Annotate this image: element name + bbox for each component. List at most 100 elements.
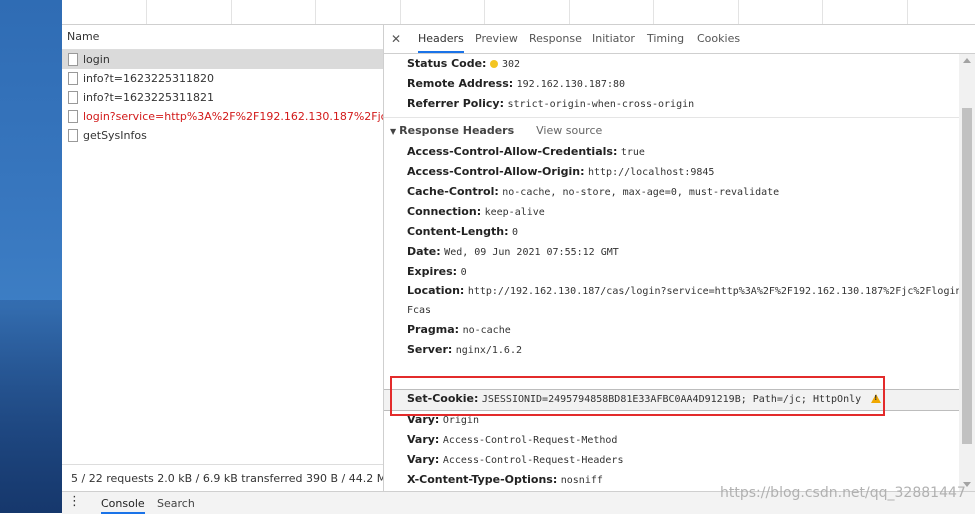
response-header-row-continued: Fcas: [407, 303, 431, 316]
timeline-tick: [231, 0, 232, 24]
header-key: Access-Control-Allow-Origin:: [407, 165, 585, 178]
header-key: Access-Control-Allow-Credentials:: [407, 145, 618, 158]
header-key: Expires:: [407, 265, 458, 278]
close-icon[interactable]: ✕: [391, 32, 401, 46]
header-key: Status Code:: [407, 57, 487, 70]
status-dot-icon: [489, 60, 498, 68]
request-name: info?t=1623225311821: [83, 91, 214, 104]
file-icon: [68, 91, 78, 104]
response-header-row: Vary: Access-Control-Request-Method: [407, 433, 617, 446]
more-tabs-icon[interactable]: ⋮: [68, 494, 82, 509]
request-row-login-service[interactable]: login?service=http%3A%2F%2F192.162.130.1…: [62, 107, 383, 126]
request-detail-pane: ✕ Headers Preview Response Initiator Tim…: [384, 25, 975, 491]
tab-cookies[interactable]: Cookies: [697, 25, 740, 53]
tab-console[interactable]: Console: [101, 492, 145, 514]
timeline-tick: [738, 0, 739, 24]
timeline-tick: [315, 0, 316, 24]
headers-content: Status Code: 302 Remote Address: 192.162…: [384, 54, 959, 491]
request-name: login?service=http%3A%2F%2F192.162.130.1…: [83, 110, 383, 123]
request-summary: 5 / 22 requests 2.0 kB / 6.9 kB transfer…: [62, 464, 383, 491]
request-list-pane: Name login info?t=1623225311820 info?t=1…: [62, 25, 384, 491]
header-value: 302: [501, 59, 520, 70]
request-name: getSysInfos: [83, 129, 147, 142]
header-key: X-Content-Type-Options:: [407, 473, 558, 486]
response-header-row: Server: nginx/1.6.2: [407, 343, 522, 356]
response-header-row: Pragma: no-cache: [407, 323, 511, 336]
header-key: Referrer Policy:: [407, 97, 504, 110]
request-row-getsysinfos[interactable]: getSysInfos: [62, 126, 383, 145]
response-header-row: Access-Control-Allow-Origin: http://loca…: [407, 165, 714, 178]
timeline-tick: [822, 0, 823, 24]
header-value: Access-Control-Request-Headers: [442, 455, 624, 466]
header-key: Cache-Control:: [407, 185, 499, 198]
header-value: Access-Control-Request-Method: [442, 435, 618, 446]
name-column-header[interactable]: Name: [62, 25, 383, 50]
response-header-row: X-Content-Type-Options: nosniff: [407, 473, 603, 486]
scroll-up-icon[interactable]: [963, 58, 971, 63]
header-value: http://192.162.130.187/cas/login?service…: [467, 286, 959, 297]
desktop-background: [0, 0, 62, 513]
scrollbar-thumb[interactable]: [962, 108, 972, 444]
background-mountain: [0, 300, 62, 513]
tab-headers[interactable]: Headers: [418, 25, 464, 53]
timeline-tick: [400, 0, 401, 24]
tab-search[interactable]: Search: [157, 492, 195, 514]
section-divider: [384, 117, 959, 118]
response-header-row: Content-Length: 0: [407, 225, 518, 238]
file-icon: [68, 72, 78, 85]
status-code-row: Status Code: 302: [407, 57, 520, 70]
triangle-down-icon: ▼: [390, 127, 397, 136]
header-value: http://localhost:9845: [587, 167, 715, 178]
header-value: no-cache, no-store, max-age=0, must-reva…: [502, 187, 780, 198]
header-value: 0: [460, 267, 467, 278]
header-value: Fcas: [407, 305, 432, 316]
timeline-tick: [146, 0, 147, 24]
tab-timing[interactable]: Timing: [647, 25, 684, 53]
header-value: nginx/1.6.2: [455, 345, 522, 356]
header-value: true: [620, 147, 645, 158]
header-key: Remote Address:: [407, 77, 514, 90]
header-key: Connection:: [407, 205, 482, 218]
header-value: no-cache: [462, 325, 511, 336]
response-headers-section[interactable]: ▼ Response Headers View source: [390, 124, 602, 137]
header-value: strict-origin-when-cross-origin: [507, 99, 695, 110]
response-header-row: Cache-Control: no-cache, no-store, max-a…: [407, 185, 779, 198]
response-header-row: Connection: keep-alive: [407, 205, 545, 218]
header-key: Date:: [407, 245, 441, 258]
tab-preview[interactable]: Preview: [475, 25, 518, 53]
header-value: keep-alive: [484, 207, 545, 218]
header-key: Vary:: [407, 453, 440, 466]
timeline-tick: [569, 0, 570, 24]
referrer-policy-row: Referrer Policy: strict-origin-when-cros…: [407, 97, 694, 110]
header-value: Wed, 09 Jun 2021 07:55:12 GMT: [444, 247, 619, 258]
header-value: 0: [512, 227, 519, 238]
section-title: Response Headers: [399, 124, 515, 137]
response-header-row: Access-Control-Allow-Credentials: true: [407, 145, 645, 158]
timeline-tick: [907, 0, 908, 24]
view-source-link[interactable]: View source: [536, 124, 602, 137]
header-key: Pragma:: [407, 323, 460, 336]
tab-initiator[interactable]: Initiator: [592, 25, 635, 53]
request-row-info-2[interactable]: info?t=1623225311821: [62, 88, 383, 107]
remote-address-row: Remote Address: 192.162.130.187:80: [407, 77, 625, 90]
file-icon: [68, 129, 78, 142]
request-name: info?t=1623225311820: [83, 72, 214, 85]
response-header-row: Location: http://192.162.130.187/cas/log…: [407, 284, 959, 297]
header-key: Server:: [407, 343, 453, 356]
file-icon: [68, 110, 78, 123]
request-row-login[interactable]: login: [62, 50, 383, 69]
header-value: Origin: [442, 415, 479, 426]
tab-response[interactable]: Response: [529, 25, 582, 53]
timeline-tick: [484, 0, 485, 24]
response-header-row: Date: Wed, 09 Jun 2021 07:55:12 GMT: [407, 245, 619, 258]
response-header-row: Vary: Access-Control-Request-Headers: [407, 453, 623, 466]
detail-tabs: ✕ Headers Preview Response Initiator Tim…: [384, 25, 975, 54]
response-header-row: Expires: 0: [407, 265, 467, 278]
vertical-scrollbar[interactable]: [959, 54, 975, 491]
header-key: Content-Length:: [407, 225, 509, 238]
request-row-info-1[interactable]: info?t=1623225311820: [62, 69, 383, 88]
watermark: https://blog.csdn.net/qq_32881447: [720, 485, 966, 501]
header-key: Location:: [407, 284, 465, 297]
timeline-tick: [653, 0, 654, 24]
request-name: login: [83, 53, 110, 66]
